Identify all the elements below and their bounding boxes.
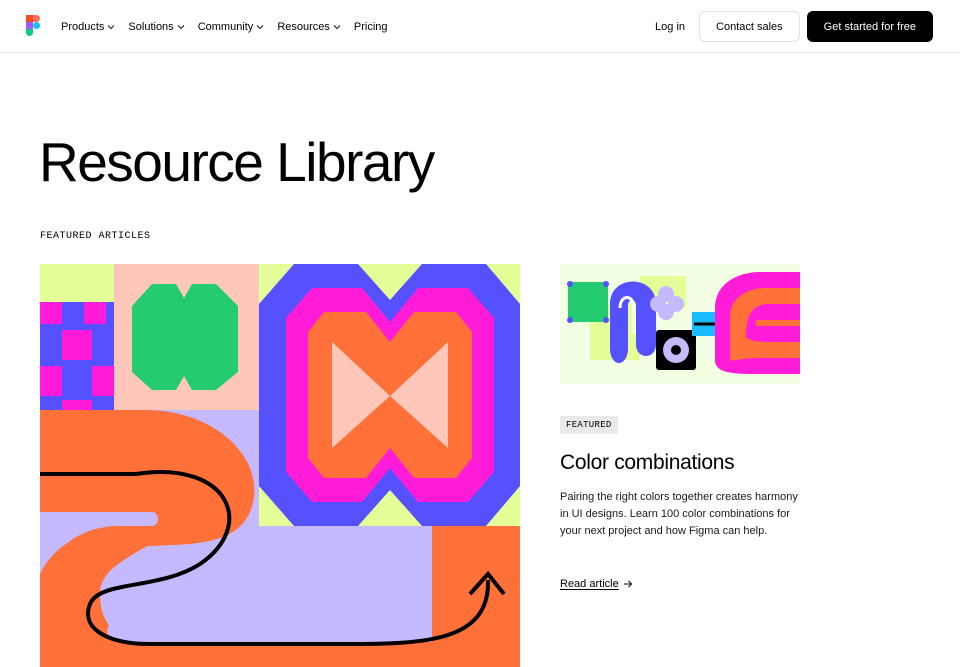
login-link[interactable]: Log in — [655, 21, 685, 33]
nav-products-label: Products — [61, 20, 105, 33]
chevron-down-icon — [177, 24, 185, 29]
contact-sales-button[interactable]: Contact sales — [699, 11, 800, 42]
article-title[interactable]: Color combinations — [560, 451, 735, 475]
nav-resources[interactable]: Resources — [277, 21, 341, 33]
arrow-right-icon — [623, 580, 632, 588]
nav-actions: Log in Contact sales Get started for fre… — [655, 11, 933, 42]
nav-solutions-label: Solutions — [128, 20, 174, 33]
nav-resources-label: Resources — [277, 20, 330, 33]
featured-badge: FEATURED — [560, 416, 618, 434]
main-menu: Products Solutions Community Resources P… — [61, 0, 401, 53]
top-nav: Products Solutions Community Resources P… — [0, 0, 960, 53]
nav-community[interactable]: Community — [198, 21, 265, 33]
nav-pricing-label: Pricing — [353, 20, 388, 33]
chevron-down-icon — [333, 24, 341, 29]
chevron-down-icon — [108, 24, 115, 29]
nav-products[interactable]: Products — [61, 21, 115, 33]
nav-community-label: Community — [197, 20, 254, 33]
read-article-label: Read article — [560, 578, 619, 590]
nav-pricing[interactable]: Pricing — [354, 21, 388, 33]
chevron-down-icon — [256, 24, 264, 29]
article-thumbnail[interactable] — [560, 264, 800, 384]
nav-solutions[interactable]: Solutions — [128, 20, 185, 33]
figma-logo-icon[interactable] — [26, 15, 40, 36]
article-description: Pairing the right colors together create… — [560, 491, 798, 537]
thumbnail-illustration — [560, 264, 800, 384]
hero-illustration — [40, 264, 520, 667]
section-label: FEATURED ARTICLES — [40, 231, 151, 242]
page-title: Resource Library — [39, 131, 435, 193]
read-article-link[interactable]: Read article — [560, 578, 633, 590]
get-started-button[interactable]: Get started for free — [806, 11, 933, 42]
featured-hero-image[interactable] — [40, 264, 520, 667]
